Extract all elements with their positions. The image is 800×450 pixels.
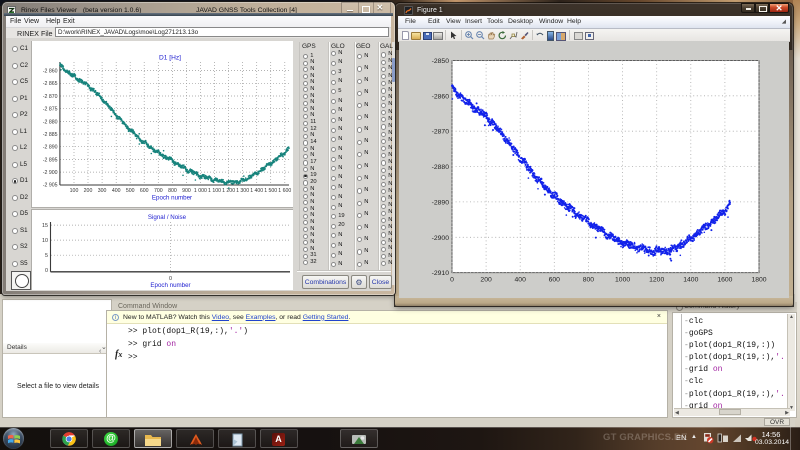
- svg-text:Epoch number: Epoch number: [151, 195, 191, 202]
- svg-text:-2 880: -2 880: [42, 119, 57, 125]
- svg-text:1 000: 1 000: [193, 188, 206, 194]
- svg-text:800: 800: [168, 188, 177, 194]
- svg-text:1 400: 1 400: [250, 188, 263, 194]
- svg-text:1000: 1000: [615, 277, 630, 284]
- svg-text:400: 400: [515, 277, 527, 284]
- svg-text:1400: 1400: [683, 277, 698, 284]
- svg-text:-2890: -2890: [432, 199, 450, 206]
- svg-text:D1 [Hz]: D1 [Hz]: [159, 55, 181, 62]
- svg-text:1 500: 1 500: [264, 188, 277, 194]
- svg-text:-2 905: -2 905: [42, 183, 57, 189]
- svg-text:10: 10: [42, 238, 48, 244]
- svg-text:200: 200: [480, 277, 492, 284]
- svg-text:-2 860: -2 860: [42, 69, 57, 75]
- svg-text:Signal / Noise: Signal / Noise: [147, 214, 186, 221]
- svg-text:700: 700: [153, 188, 162, 194]
- svg-text:900: 900: [182, 188, 191, 194]
- svg-text:300: 300: [97, 188, 106, 194]
- svg-text:1 100: 1 100: [208, 188, 221, 194]
- svg-text:-2 890: -2 890: [42, 145, 57, 151]
- svg-text:800: 800: [583, 277, 595, 284]
- svg-text:-2 875: -2 875: [42, 107, 57, 113]
- svg-text:1600: 1600: [717, 277, 732, 284]
- svg-text:0: 0: [45, 268, 48, 274]
- svg-text:1 200: 1 200: [222, 188, 235, 194]
- svg-text:-2 895: -2 895: [42, 157, 57, 163]
- svg-text:-2860: -2860: [432, 93, 450, 100]
- svg-text:-2 870: -2 870: [42, 94, 57, 100]
- svg-text:1 300: 1 300: [236, 188, 249, 194]
- svg-text:1 600: 1 600: [278, 188, 291, 194]
- svg-text:400: 400: [111, 188, 120, 194]
- svg-text:500: 500: [125, 188, 134, 194]
- svg-text:-2 865: -2 865: [42, 81, 57, 87]
- svg-text:200: 200: [83, 188, 92, 194]
- svg-text:5: 5: [45, 253, 48, 259]
- svg-text:1800: 1800: [751, 277, 766, 284]
- svg-text:-2 900: -2 900: [42, 170, 57, 176]
- svg-text:Epoch number: Epoch number: [150, 282, 190, 289]
- svg-text:-2 885: -2 885: [42, 132, 57, 138]
- svg-text:0: 0: [450, 277, 454, 284]
- svg-text:1200: 1200: [649, 277, 664, 284]
- svg-text:100: 100: [69, 188, 78, 194]
- svg-text:600: 600: [549, 277, 561, 284]
- svg-text:-2900: -2900: [432, 235, 450, 242]
- svg-text:15: 15: [42, 223, 48, 229]
- svg-text:600: 600: [139, 188, 148, 194]
- svg-text:-2870: -2870: [432, 129, 450, 136]
- svg-text:-2910: -2910: [432, 270, 450, 277]
- svg-text:-2880: -2880: [432, 164, 450, 171]
- svg-text:-2850: -2850: [432, 58, 450, 65]
